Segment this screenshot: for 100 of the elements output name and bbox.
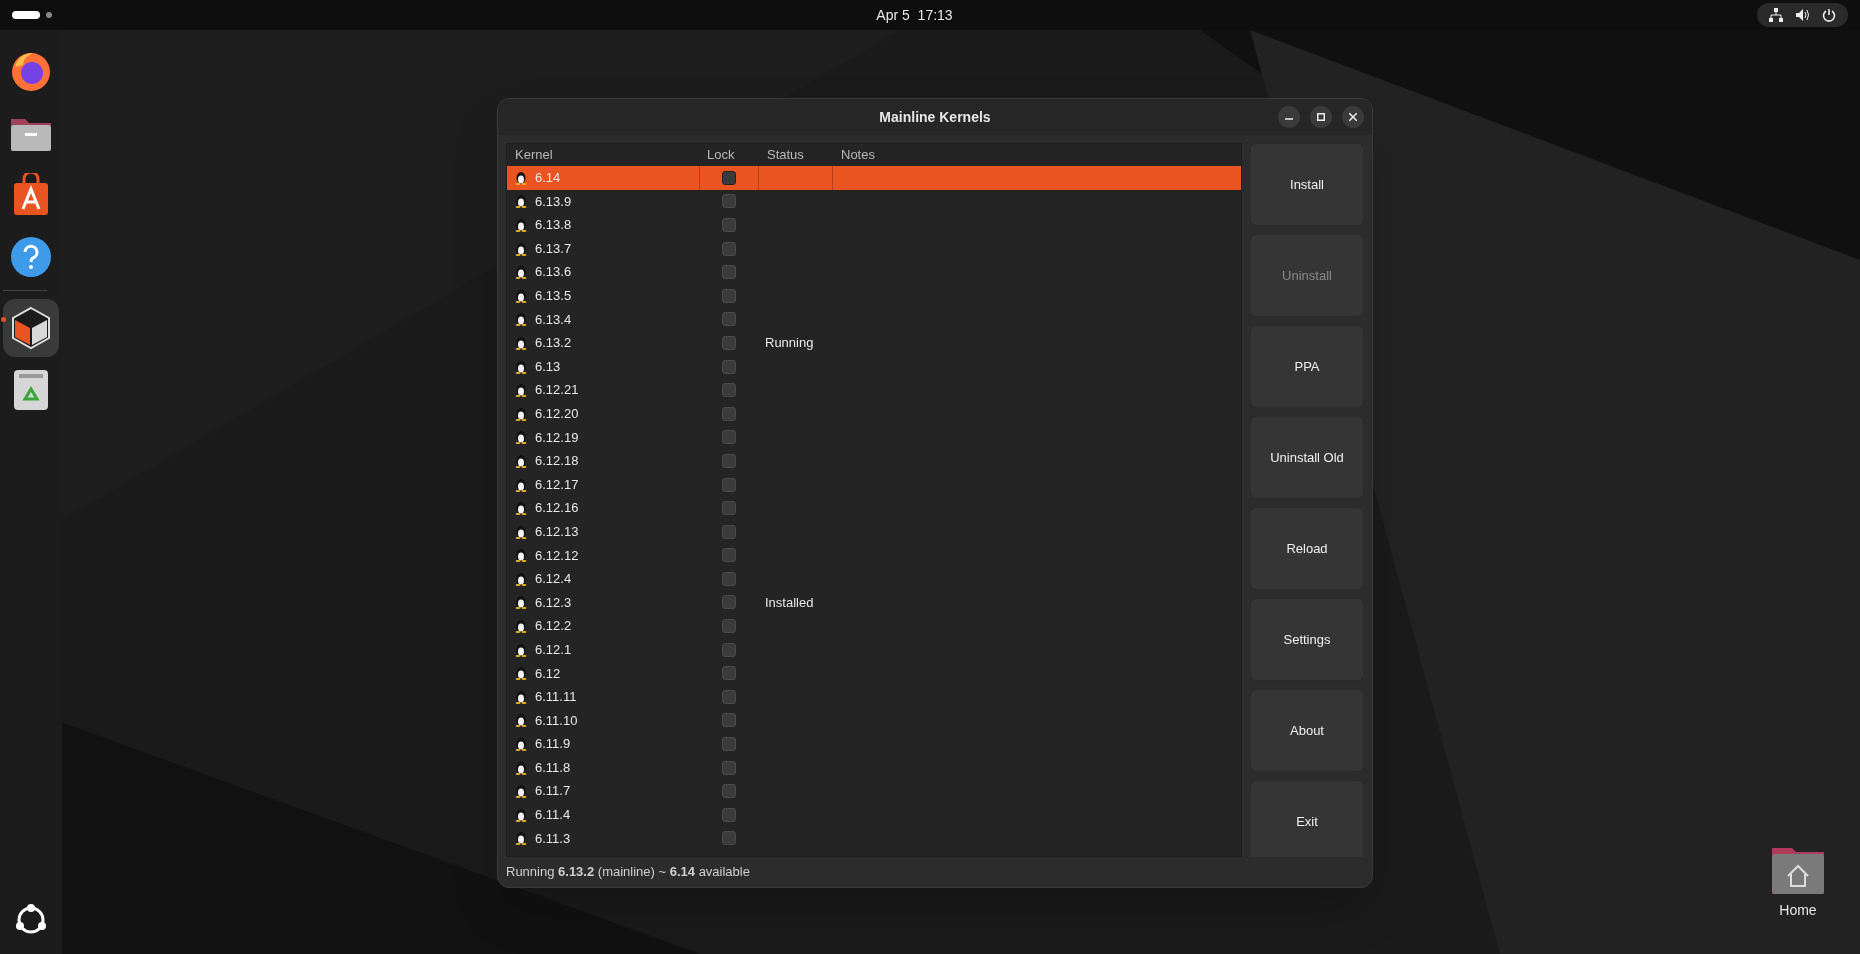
lock-checkbox[interactable]: [722, 265, 736, 280]
action-button[interactable]: Reload: [1250, 507, 1364, 590]
penguin-icon: [515, 406, 527, 421]
penguin-icon: [515, 784, 527, 799]
kernel-row[interactable]: 6.12.3 Installed: [507, 590, 1241, 615]
lock-checkbox[interactable]: [722, 430, 736, 445]
system-tray[interactable]: [1757, 3, 1848, 27]
kernel-version: 6.12.21: [535, 381, 579, 400]
lock-checkbox[interactable]: [722, 666, 736, 681]
lock-checkbox[interactable]: [722, 194, 736, 209]
status-text: Running: [765, 334, 814, 353]
penguin-icon: [515, 477, 527, 492]
lock-checkbox[interactable]: [722, 784, 736, 799]
lock-checkbox[interactable]: [722, 383, 736, 398]
kernel-row[interactable]: 6.13: [507, 354, 1241, 379]
lock-checkbox[interactable]: [722, 619, 736, 634]
clock[interactable]: Apr 5 17:13: [876, 4, 953, 26]
kernel-row[interactable]: 6.13.5: [507, 283, 1241, 308]
desktop-icon-label[interactable]: Home: [1779, 900, 1817, 921]
close-button[interactable]: [1342, 106, 1364, 128]
kernel-version: 6.12.13: [535, 522, 579, 541]
cube-icon: [10, 306, 52, 350]
kernel-row[interactable]: 6.12.16: [507, 496, 1241, 520]
column-header[interactable]: Kernel: [515, 145, 553, 165]
lock-checkbox[interactable]: [722, 335, 736, 350]
lock-checkbox[interactable]: [722, 760, 736, 775]
lock-checkbox[interactable]: [722, 501, 736, 516]
kernel-row[interactable]: 6.12.17: [507, 472, 1241, 497]
volume-icon: [1795, 8, 1810, 22]
kernel-version: 6.12.12: [535, 546, 579, 565]
lock-checkbox[interactable]: [722, 241, 736, 256]
penguin-icon: [515, 689, 527, 704]
kernel-row[interactable]: 6.11.4: [507, 803, 1241, 827]
kernel-row[interactable]: 6.12.1: [507, 637, 1241, 662]
action-button[interactable]: Settings: [1250, 598, 1364, 681]
penguin-icon: [515, 335, 527, 350]
lock-checkbox[interactable]: [722, 831, 736, 846]
lock-checkbox[interactable]: [722, 288, 736, 303]
lock-checkbox[interactable]: [722, 524, 736, 539]
lock-checkbox[interactable]: [722, 642, 736, 657]
penguin-icon: [515, 642, 527, 657]
lock-checkbox[interactable]: [722, 170, 736, 185]
kernel-version: 6.13.2: [535, 334, 572, 353]
maximize-button[interactable]: [1310, 106, 1332, 128]
penguin-icon: [515, 288, 527, 303]
minimize-button[interactable]: [1278, 106, 1300, 128]
kernel-row[interactable]: 6.11.10: [507, 708, 1241, 733]
action-button[interactable]: Uninstall Old: [1250, 416, 1364, 499]
kernel-row[interactable]: 6.12.19: [507, 425, 1241, 450]
action-button[interactable]: Exit: [1250, 780, 1364, 857]
workspace-indicator-icon[interactable]: [12, 11, 40, 19]
kernel-row[interactable]: 6.12.20: [507, 401, 1241, 426]
lock-checkbox[interactable]: [722, 595, 736, 610]
kernel-row[interactable]: 6.13.8: [507, 213, 1241, 237]
kernel-row[interactable]: 6.11.9: [507, 732, 1241, 756]
penguin-icon: [515, 241, 527, 256]
kernel-row[interactable]: 6.12.21: [507, 378, 1241, 402]
action-button[interactable]: Install: [1250, 143, 1364, 226]
penguin-icon: [515, 548, 527, 563]
penguin-icon: [515, 737, 527, 752]
lock-checkbox[interactable]: [722, 218, 736, 232]
kernel-row[interactable]: 6.13.9: [507, 189, 1241, 214]
kernel-row[interactable]: 6.13.2 Running: [507, 331, 1241, 355]
column-header[interactable]: Notes: [841, 145, 875, 165]
kernel-version: 6.14: [535, 169, 561, 188]
action-button[interactable]: PPA: [1250, 325, 1364, 408]
lock-checkbox[interactable]: [722, 477, 736, 492]
kernel-version: 6.13.5: [535, 287, 572, 305]
kernel-row[interactable]: 6.13.4: [507, 307, 1241, 332]
home-folder-icon[interactable]: [1770, 846, 1826, 896]
kernel-row[interactable]: 6.12.12: [507, 543, 1241, 568]
dock-item[interactable]: [3, 299, 59, 357]
column-header[interactable]: Lock: [707, 145, 735, 165]
kernel-row[interactable]: 6.13.6: [507, 260, 1241, 284]
lock-checkbox[interactable]: [722, 807, 736, 822]
column-header[interactable]: Status: [767, 145, 804, 165]
lock-checkbox[interactable]: [722, 406, 736, 421]
action-button[interactable]: About: [1250, 689, 1364, 772]
lock-checkbox[interactable]: [722, 713, 736, 728]
lock-checkbox[interactable]: [722, 571, 736, 586]
kernel-row[interactable]: 6.12.13: [507, 519, 1241, 544]
kernel-version: 6.12.2: [535, 617, 572, 636]
kernel-version: 6.11.3: [535, 829, 571, 848]
kernel-row[interactable]: 6.12.18: [507, 449, 1241, 473]
kernel-row[interactable]: 6.12.4: [507, 567, 1241, 591]
lock-checkbox[interactable]: [722, 548, 736, 563]
lock-checkbox[interactable]: [722, 312, 736, 327]
penguin-icon: [515, 619, 527, 634]
kernel-row[interactable]: 6.12: [507, 661, 1241, 686]
lock-checkbox[interactable]: [722, 737, 736, 752]
kernel-row[interactable]: 6.13.7: [507, 236, 1241, 261]
kernel-row[interactable]: 6.12.2: [507, 614, 1241, 638]
kernel-version: 6.11.7: [535, 782, 571, 801]
kernel-row[interactable]: 6.11.3: [507, 826, 1241, 851]
lock-checkbox[interactable]: [722, 359, 736, 374]
kernel-row[interactable]: 6.11.7: [507, 779, 1241, 804]
lock-checkbox[interactable]: [722, 453, 736, 468]
lock-checkbox[interactable]: [722, 689, 736, 704]
kernel-row[interactable]: 6.11.11: [507, 685, 1241, 709]
kernel-row[interactable]: 6.11.8: [507, 755, 1241, 780]
